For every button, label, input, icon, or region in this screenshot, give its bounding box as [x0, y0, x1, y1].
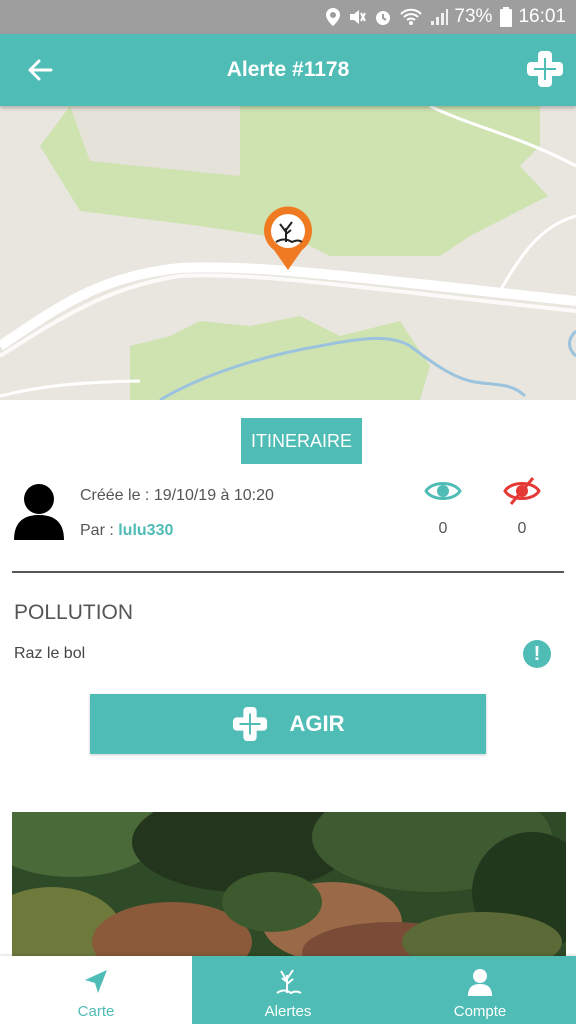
nav-item-carte[interactable]: Carte — [0, 956, 192, 1024]
act-button-label: AGIR — [289, 711, 345, 736]
hidden-count: 0 — [517, 520, 527, 537]
author-label: Par : — [80, 522, 119, 539]
views-count: 0 — [438, 520, 448, 537]
status-bar: 73% 16:01 — [0, 0, 576, 34]
battery-icon — [500, 7, 513, 27]
created-date: Créée le : 19/10/19 à 10:20 — [80, 487, 274, 504]
itinerary-button[interactable]: ITINERAIRE — [241, 418, 362, 464]
navigation-arrow-icon — [81, 967, 111, 997]
wifi-icon — [400, 8, 423, 26]
location-icon — [326, 8, 341, 26]
nav-item-alertes[interactable]: Alertes — [192, 956, 384, 1024]
act-button[interactable]: AGIR — [90, 694, 486, 754]
alarm-icon — [374, 8, 392, 26]
add-action-icon[interactable] — [526, 50, 564, 88]
avatar — [12, 482, 66, 540]
eye-icon[interactable] — [424, 478, 462, 504]
clock: 16:01 — [518, 6, 566, 27]
signal-icon — [430, 8, 449, 26]
alert-category: POLLUTION — [14, 601, 134, 624]
author-line: Par : lulu330 — [80, 522, 173, 540]
back-arrow-icon[interactable] — [22, 52, 58, 88]
app-bar: Alerte #1178 — [0, 34, 576, 106]
battery-percentage: 73% — [454, 6, 493, 27]
nav-label-compte: Compte — [453, 1003, 507, 1020]
eye-off-icon[interactable] — [503, 476, 541, 506]
alert-map[interactable] — [0, 106, 576, 400]
mute-icon — [348, 8, 367, 26]
user-icon — [465, 967, 495, 997]
alert-photo[interactable] — [12, 812, 566, 958]
nav-label-carte: Carte — [77, 1003, 115, 1020]
alert-tree-icon — [273, 967, 303, 997]
nav-item-compte[interactable]: Compte — [384, 956, 576, 1024]
divider — [12, 571, 564, 573]
report-warning-icon[interactable]: ! — [523, 640, 551, 668]
pollution-alert-marker[interactable] — [262, 206, 314, 272]
alert-photo-image — [12, 812, 566, 958]
alert-description: Raz le bol — [14, 645, 86, 662]
page-title: Alerte #1178 — [226, 58, 350, 81]
author-username[interactable]: lulu330 — [118, 522, 173, 539]
bottom-navigation: Carte Alertes Compte — [0, 956, 576, 1024]
add-action-icon — [232, 706, 268, 742]
nav-label-alertes: Alertes — [264, 1003, 312, 1020]
